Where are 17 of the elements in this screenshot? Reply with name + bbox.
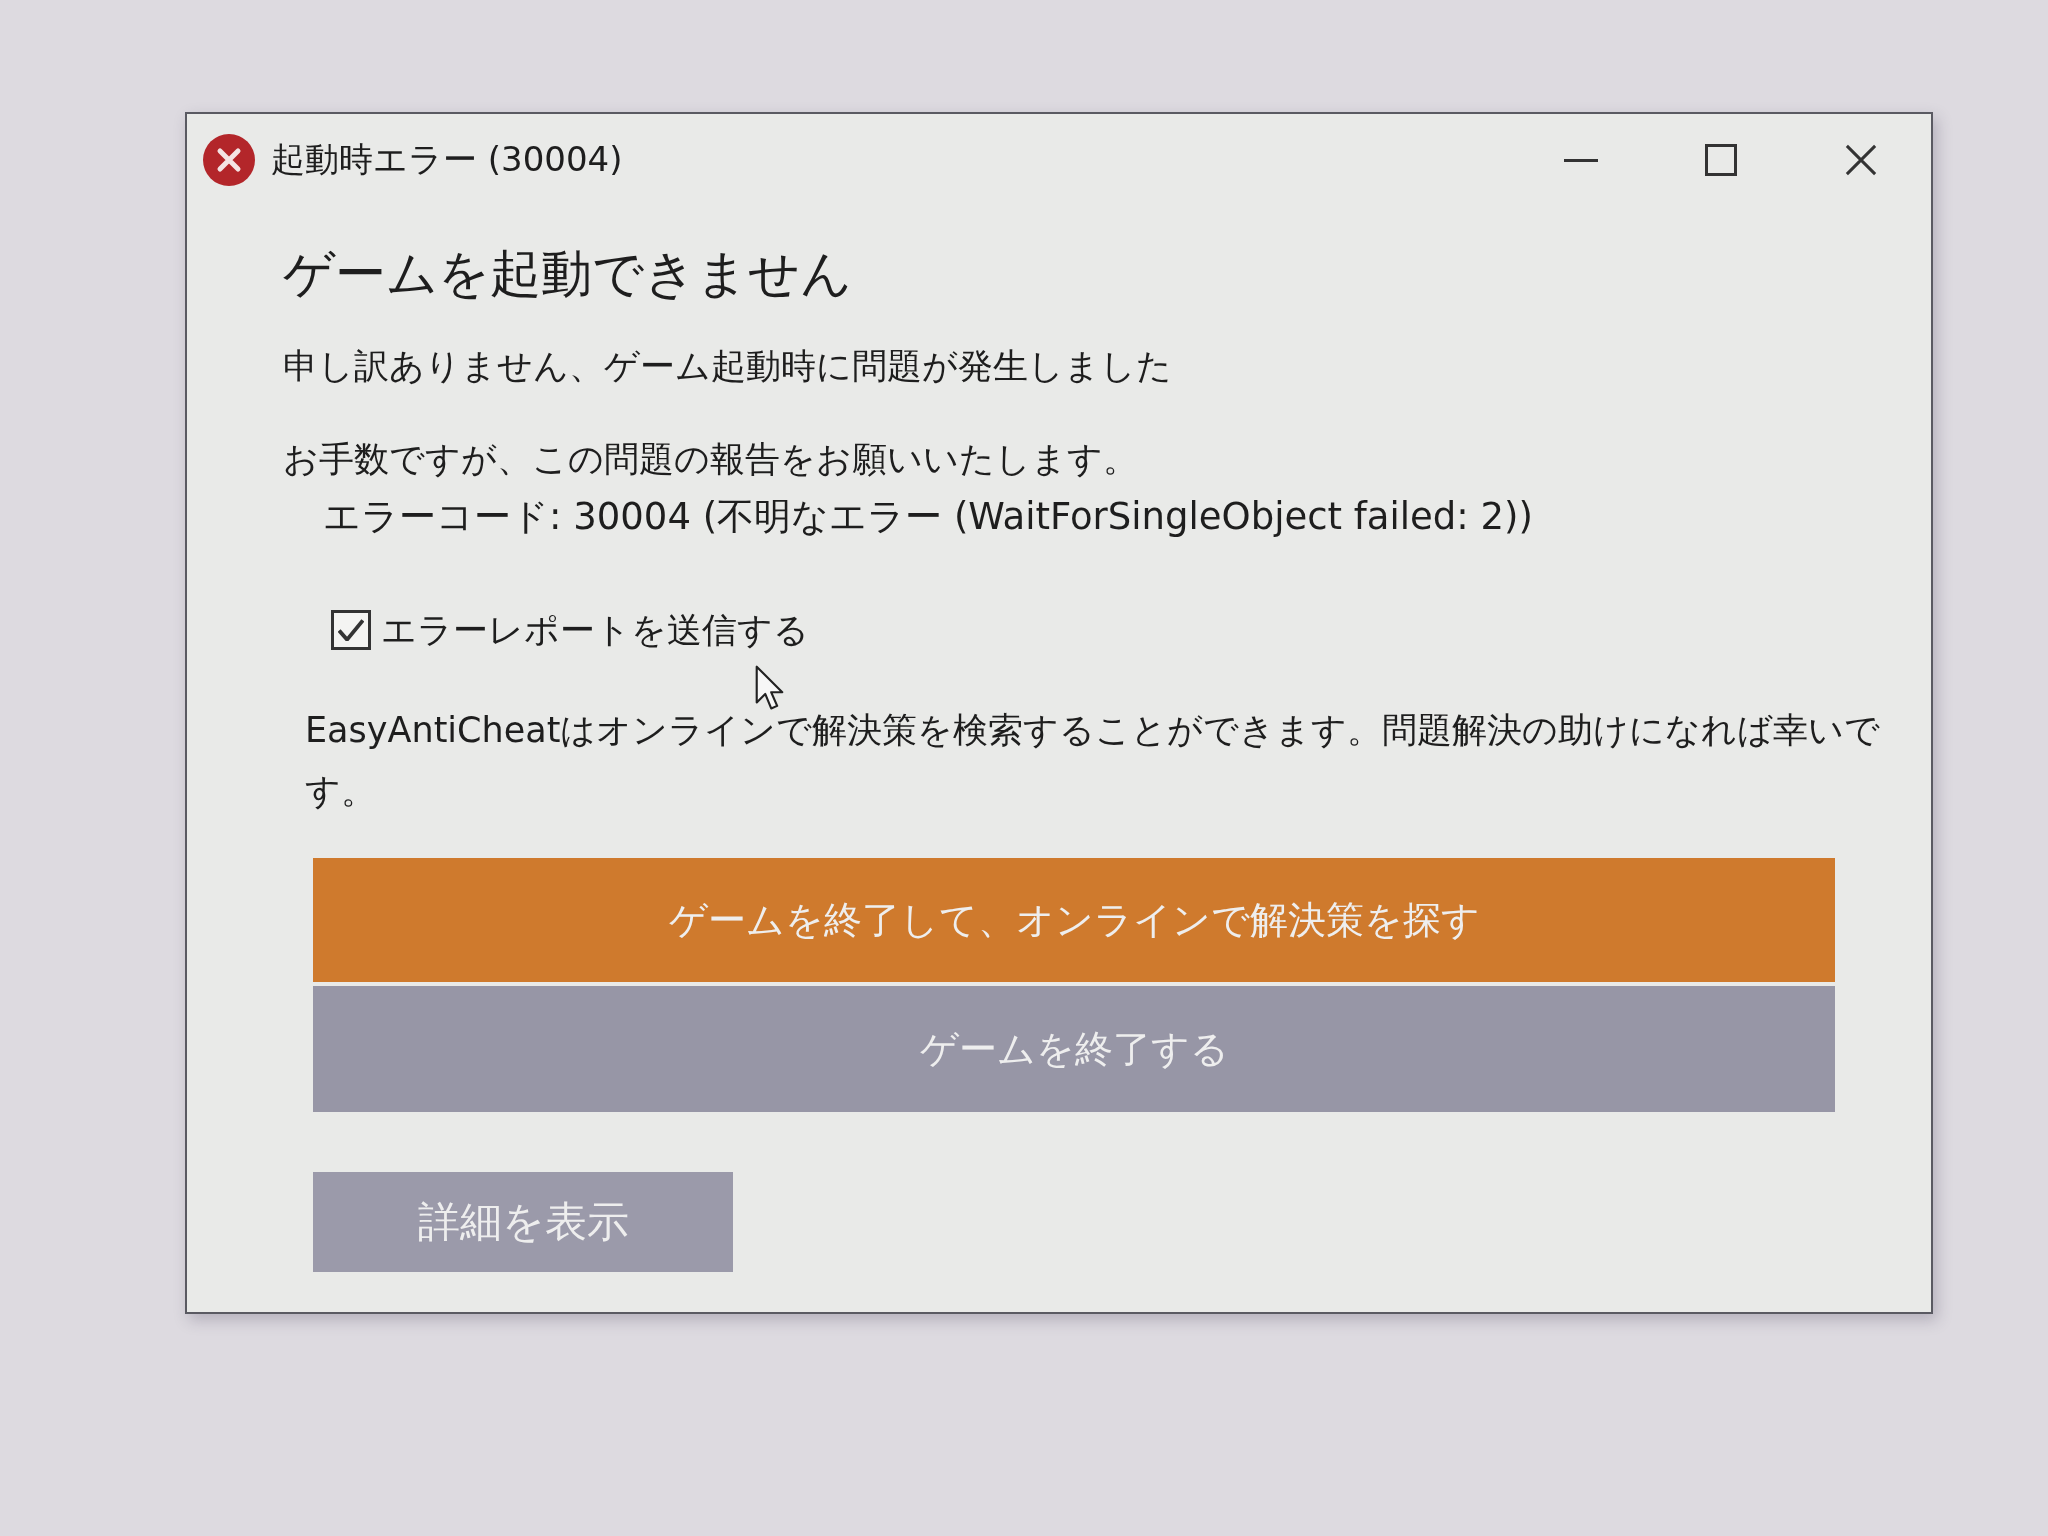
quit-and-search-button[interactable]: ゲームを終了して、オンラインで解決策を探す bbox=[313, 858, 1835, 983]
dialog-heading: ゲームを起動できません bbox=[283, 243, 853, 305]
window-title: 起動時エラー (30004) bbox=[271, 138, 623, 181]
minimize-icon bbox=[1564, 158, 1598, 162]
info-paragraph: EasyAntiCheatはオンラインで解決策を検索することができます。問題解決の助けになれば幸いです。 bbox=[305, 708, 1882, 814]
error-message: 申し訳ありません、ゲーム起動時に問題が発生しました bbox=[283, 344, 1173, 388]
maximize-icon bbox=[1705, 144, 1737, 176]
report-request-text: お手数ですが、この問題の報告をお願いいたします。 bbox=[283, 438, 1139, 482]
checkbox-label[interactable]: エラーレポートを送信する bbox=[381, 606, 809, 654]
mouse-pointer-icon bbox=[755, 664, 784, 711]
close-icon bbox=[1845, 144, 1877, 176]
checkmark-icon bbox=[338, 619, 364, 642]
checkbox[interactable] bbox=[331, 610, 371, 651]
show-details-button[interactable]: 詳細を表示 bbox=[313, 1172, 733, 1273]
error-code-text: エラーコード: 30004 (不明なエラー (WaitForSingleObject failed: 2)) bbox=[323, 493, 1534, 540]
error-icon bbox=[203, 134, 255, 186]
quit-game-button[interactable]: ゲームを終了する bbox=[313, 986, 1835, 1113]
